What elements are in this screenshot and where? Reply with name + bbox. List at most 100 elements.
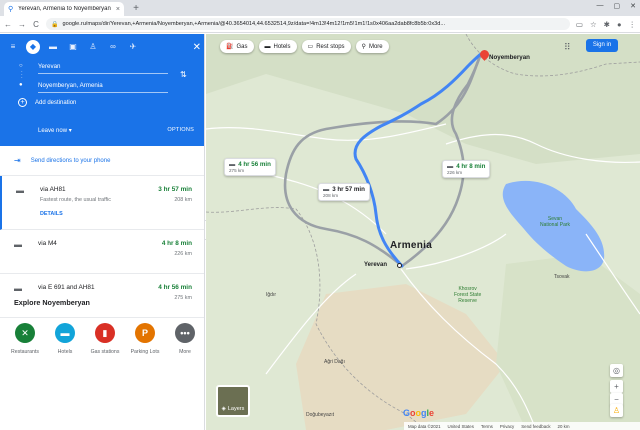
mountain-region: [296, 284, 506, 430]
category-restaurants[interactable]: ✕ Restaurants: [10, 323, 40, 355]
category-more[interactable]: ••• More: [170, 323, 200, 355]
star-icon[interactable]: ☆: [590, 20, 597, 29]
route-time: 4 hr 56 min: [158, 284, 192, 291]
place-khosrov: Khosrov Forest State Reserve: [454, 286, 482, 304]
route-distance: 208 km: [174, 197, 192, 203]
hamburger-menu-icon[interactable]: ≡: [6, 40, 20, 54]
options-button[interactable]: OPTIONS: [167, 127, 194, 133]
swap-icon[interactable]: ⇅: [180, 70, 187, 79]
street-view-pegman-icon[interactable]: ♙: [610, 404, 623, 417]
browser-tab[interactable]: ⚲ Yerevan, Armenia to Noyemberyan ×: [4, 2, 124, 16]
close-directions-button[interactable]: ✕: [193, 42, 201, 53]
travel-modes: ≡ ◆ ▬ ▣ ♙ ∞ ✈ ✕: [6, 40, 201, 54]
footer-privacy[interactable]: Privacy: [500, 424, 514, 429]
origin-input[interactable]: Yerevan: [38, 63, 168, 74]
route-label-time: 3 hr 57 min: [332, 186, 365, 193]
route-option[interactable]: ▬ via E 691 and AH81 4 hr 56 min 275 km: [0, 274, 204, 318]
maps-favicon-icon: ⚲: [8, 5, 14, 13]
footer-terms[interactable]: Terms: [481, 424, 493, 429]
category-label: Hotels: [57, 349, 73, 355]
car-mode-icon[interactable]: ▬: [46, 40, 60, 54]
explore-title: Explore Noyemberyan: [14, 298, 90, 307]
layers-button[interactable]: ◈ Layers: [216, 385, 250, 417]
parking-icon: P: [135, 323, 155, 343]
route-via: via AH81: [40, 186, 66, 193]
maximize-icon[interactable]: ▢: [614, 2, 621, 10]
transit-mode-icon[interactable]: ▣: [66, 40, 80, 54]
tab-close-icon[interactable]: ×: [116, 6, 120, 13]
chip-hotels[interactable]: ▬ Hotels: [258, 40, 297, 53]
destination-label: Noyemberyan: [489, 54, 530, 61]
car-icon: ▬: [14, 240, 22, 249]
profile-icon[interactable]: ●: [617, 20, 622, 29]
chip-gas[interactable]: ⛽ Gas: [220, 40, 254, 53]
flight-mode-icon[interactable]: ✈: [126, 40, 140, 54]
footer-scale[interactable]: 20 km: [558, 424, 570, 429]
gas-icon: ⛽: [226, 44, 234, 50]
forward-button[interactable]: →: [18, 20, 26, 29]
route-label-best[interactable]: ▬ 3 hr 57 min 208 km: [318, 183, 370, 201]
lock-icon: 🔒: [51, 21, 59, 28]
category-gas-stations[interactable]: ▮ Gas stations: [90, 323, 120, 355]
origin-label: Yerevan: [364, 262, 388, 268]
hotels-icon: ▬: [55, 323, 75, 343]
layers-label: Layers: [227, 406, 245, 412]
back-button[interactable]: ←: [4, 20, 12, 29]
route-time: 3 hr 57 min: [158, 186, 192, 193]
chip-more[interactable]: ⚲ More: [355, 40, 389, 53]
route-dots-icon: · · ·: [21, 69, 23, 81]
category-hotels[interactable]: ▬ Hotels: [50, 323, 80, 355]
route-label-alt1[interactable]: ▬ 4 hr 8 min 226 km: [442, 160, 491, 178]
map-footer: Map data ©2021 United States Terms Priva…: [404, 422, 640, 430]
my-location-button[interactable]: ◎: [610, 364, 623, 377]
address-bar[interactable]: 🔒 google.ru/maps/dir/Yerevan,+Armenia/No…: [46, 18, 570, 30]
close-window-icon[interactable]: ✕: [630, 2, 636, 10]
url-text[interactable]: google.ru/maps/dir/Yerevan,+Armenia/Noye…: [62, 21, 564, 27]
route-label-alt2[interactable]: ▬ 4 hr 56 min 275 km: [224, 158, 276, 176]
restaurants-icon: ✕: [15, 323, 35, 343]
menu-icon[interactable]: ⋮: [629, 20, 637, 29]
place-igdir: Iğdır: [266, 292, 277, 298]
cast-icon[interactable]: ▭: [576, 20, 583, 29]
gas-station-icon: ▮: [95, 323, 115, 343]
leave-now-dropdown[interactable]: Leave now ▾: [38, 127, 72, 134]
bike-mode-icon[interactable]: ∞: [106, 40, 120, 54]
mountain-region: [206, 34, 640, 164]
map-canvas[interactable]: ⛽ Gas ▬ Hotels ▭ Rest stops ⚲ More ⠿ Sig…: [206, 34, 640, 430]
add-destination-button[interactable]: + Add destination: [18, 98, 76, 107]
route-option[interactable]: ▬ via M4 4 hr 8 min 226 km: [0, 230, 204, 274]
route-label-distance: 208 km: [323, 193, 339, 198]
chip-rest-stops[interactable]: ▭ Rest stops: [301, 40, 351, 53]
place-dogubeyazit: Doğubeyazıt: [306, 412, 335, 418]
category-label: Restaurants: [11, 349, 39, 355]
extensions-icon[interactable]: ✱: [604, 20, 610, 29]
add-icon: +: [18, 98, 27, 107]
route-details-link[interactable]: DETAILS: [40, 211, 63, 217]
map-graphics: [206, 34, 640, 430]
search-icon: ⚲: [361, 44, 366, 50]
new-tab-button[interactable]: +: [130, 3, 142, 15]
zoom-in-button[interactable]: +: [610, 380, 623, 393]
walk-mode-icon[interactable]: ♙: [86, 40, 100, 54]
best-route-mode-icon[interactable]: ◆: [26, 40, 40, 54]
road: [206, 123, 447, 141]
chip-label: More: [368, 43, 383, 50]
sign-in-button[interactable]: Sign in: [586, 39, 618, 52]
category-parking[interactable]: P Parking Lots: [130, 323, 160, 355]
google-apps-icon[interactable]: ⠿: [564, 42, 571, 53]
map-filter-chips: ⛽ Gas ▬ Hotels ▭ Rest stops ⚲ More: [220, 40, 389, 53]
route-label-time: 4 hr 56 min: [238, 161, 271, 168]
origin-marker-icon[interactable]: [397, 263, 402, 268]
route-via: via E 691 and AH81: [38, 284, 95, 291]
send-to-phone-row[interactable]: ⇥ Send directions to your phone: [0, 146, 204, 176]
route-option[interactable]: ▬ via AH81 Fastest route, the usual traf…: [0, 176, 204, 230]
footer-feedback[interactable]: Send feedback: [521, 424, 550, 429]
directions-header: ≡ ◆ ▬ ▣ ♙ ∞ ✈ ✕ ○ · · · ● Yerevan Noyember…: [0, 34, 204, 146]
footer-region[interactable]: United States: [448, 424, 474, 429]
destination-input[interactable]: Noyemberyan, Armenia: [38, 82, 168, 93]
reload-button[interactable]: C: [32, 20, 40, 29]
minimize-icon[interactable]: —: [597, 2, 604, 10]
route-time: 4 hr 8 min: [161, 240, 192, 247]
tab-title: Yerevan, Armenia to Noyemberyan: [18, 6, 111, 12]
layers-icon: ◈: [221, 406, 226, 412]
